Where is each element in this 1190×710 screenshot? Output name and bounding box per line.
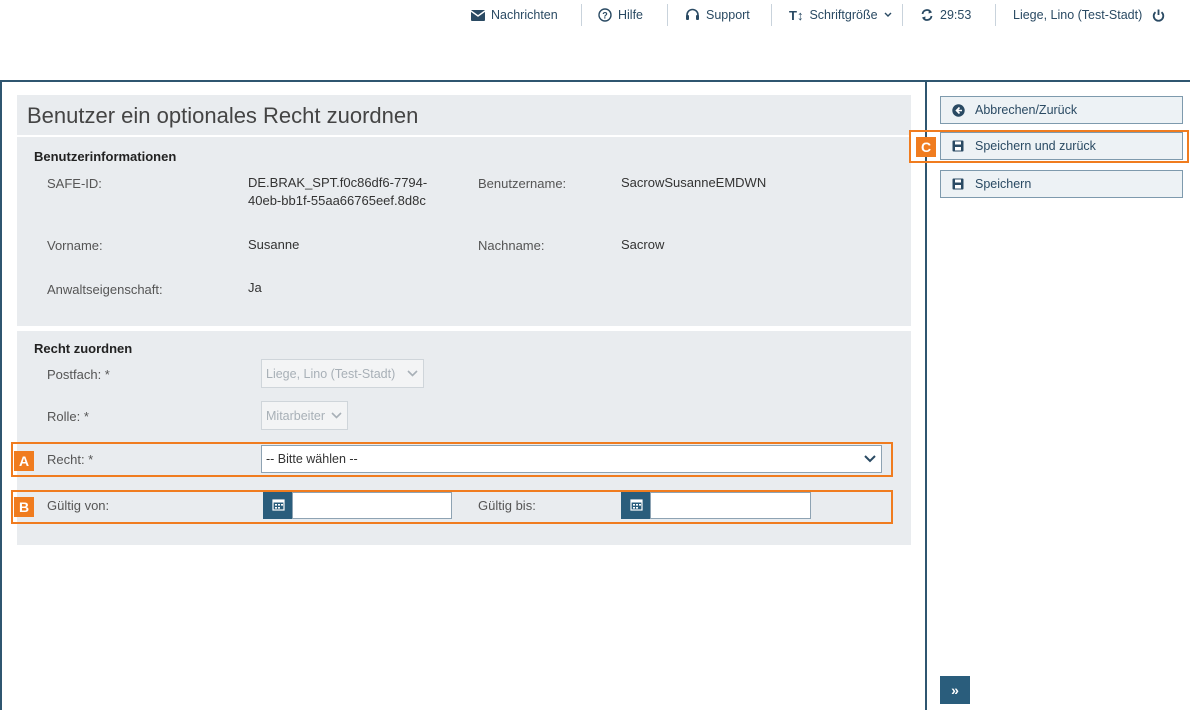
cancel-back-button[interactable]: Abbrechen/Zurück — [940, 96, 1183, 124]
double-chevron-right-icon: » — [951, 682, 959, 698]
messages-label: Nachrichten — [491, 8, 558, 22]
safe-id-line: 40eb-bb1f-55aa66765eef.8d8c — [248, 193, 426, 208]
safe-id-label: SAFE-ID: — [47, 176, 102, 191]
support-label: Support — [706, 8, 750, 22]
lastname-value: Sacrow — [621, 237, 665, 252]
top-bar: Nachrichten ? Hilfe Support T↕ Schriftgr… — [0, 0, 1190, 30]
arrow-circle-left-icon — [941, 103, 975, 117]
username-value: SacrowSusanneEMDWN — [621, 175, 767, 190]
chevron-down-icon — [325, 412, 347, 419]
frame-divider — [925, 80, 927, 710]
svg-text:?: ? — [602, 11, 608, 21]
font-size-menu[interactable]: T↕ Schriftgröße — [789, 6, 892, 24]
chevron-down-icon — [859, 455, 881, 463]
calendar-icon — [271, 498, 285, 514]
power-icon[interactable] — [1152, 9, 1165, 22]
page-title: Benutzer ein optionales Recht zuordnen — [27, 103, 419, 128]
username-label: Benutzername: — [478, 176, 567, 191]
refresh-icon — [920, 8, 934, 22]
separator — [771, 4, 772, 26]
lastname-label: Nachname: — [478, 238, 545, 253]
valid-to-input[interactable] — [650, 492, 811, 519]
user-info-heading: Benutzerinformationen — [34, 149, 177, 164]
safe-id-line: DE.BRAK_SPT.f0c86df6-7794- — [248, 175, 428, 190]
safe-id-value: DE.BRAK_SPT.f0c86df6-7794- 40eb-bb1f-55a… — [248, 174, 427, 210]
frame-divider — [0, 80, 2, 710]
assign-heading: Recht zuordnen — [34, 341, 133, 356]
valid-to-label: Gültig bis: — [478, 498, 536, 513]
save-and-back-label: Speichern und zurück — [975, 139, 1096, 153]
chevron-down-icon — [884, 12, 892, 18]
chevron-down-icon — [401, 370, 423, 377]
role-value: Mitarbeiter — [266, 408, 326, 423]
text-height-icon: T↕ — [789, 7, 804, 23]
valid-from-input[interactable] — [292, 492, 452, 519]
separator — [902, 4, 903, 26]
separator — [581, 4, 582, 26]
separator — [667, 4, 668, 26]
user-menu[interactable]: Liege, Lino (Test-Stadt) — [1013, 6, 1165, 24]
right-select[interactable]: -- Bitte wählen -- — [261, 445, 882, 473]
calendar-button-to[interactable] — [621, 492, 651, 519]
marker-b: B — [14, 497, 34, 517]
right-label: Recht: * — [47, 452, 94, 467]
valid-from-label: Gültig von: — [47, 498, 110, 513]
session-timer[interactable]: 29:53 — [920, 6, 971, 24]
mailbox-label: Postfach: * — [47, 367, 110, 382]
timer-value: 29:53 — [940, 8, 972, 22]
calendar-button-from[interactable] — [263, 492, 293, 519]
attorney-value: Ja — [248, 280, 262, 295]
support-link[interactable]: Support — [685, 6, 750, 24]
frame-divider — [0, 80, 1190, 82]
save-label: Speichern — [975, 177, 1032, 191]
marker-c: C — [916, 137, 936, 157]
calendar-icon — [629, 498, 643, 514]
right-value: -- Bitte wählen -- — [266, 452, 358, 466]
save-and-back-button[interactable]: Speichern und zurück — [940, 132, 1183, 160]
attorney-label: Anwaltseigenschaft: — [47, 282, 163, 297]
mailbox-select: Liege, Lino (Test-Stadt) — [261, 359, 424, 388]
cancel-back-label: Abbrechen/Zurück — [975, 103, 1078, 117]
role-select: Mitarbeiter — [261, 401, 348, 430]
mailbox-value: Liege, Lino (Test-Stadt) — [266, 366, 396, 381]
firstname-value: Susanne — [248, 237, 300, 252]
floppy-disk-icon — [941, 178, 975, 190]
expand-sidebar-button[interactable]: » — [940, 676, 970, 704]
role-label: Rolle: * — [47, 409, 89, 424]
font-size-label: Schriftgröße — [809, 8, 878, 22]
save-button[interactable]: Speichern — [940, 170, 1183, 198]
question-circle-icon: ? — [598, 8, 612, 22]
firstname-label: Vorname: — [47, 238, 103, 253]
help-label: Hilfe — [618, 8, 644, 22]
marker-a: A — [14, 451, 34, 471]
floppy-disk-icon — [941, 140, 975, 152]
separator — [995, 4, 996, 26]
user-name: Liege, Lino (Test-Stadt) — [1013, 8, 1143, 22]
help-link[interactable]: ? Hilfe — [598, 6, 643, 24]
messages-link[interactable]: Nachrichten — [471, 6, 558, 24]
envelope-icon — [471, 9, 485, 21]
headset-icon — [685, 8, 700, 22]
